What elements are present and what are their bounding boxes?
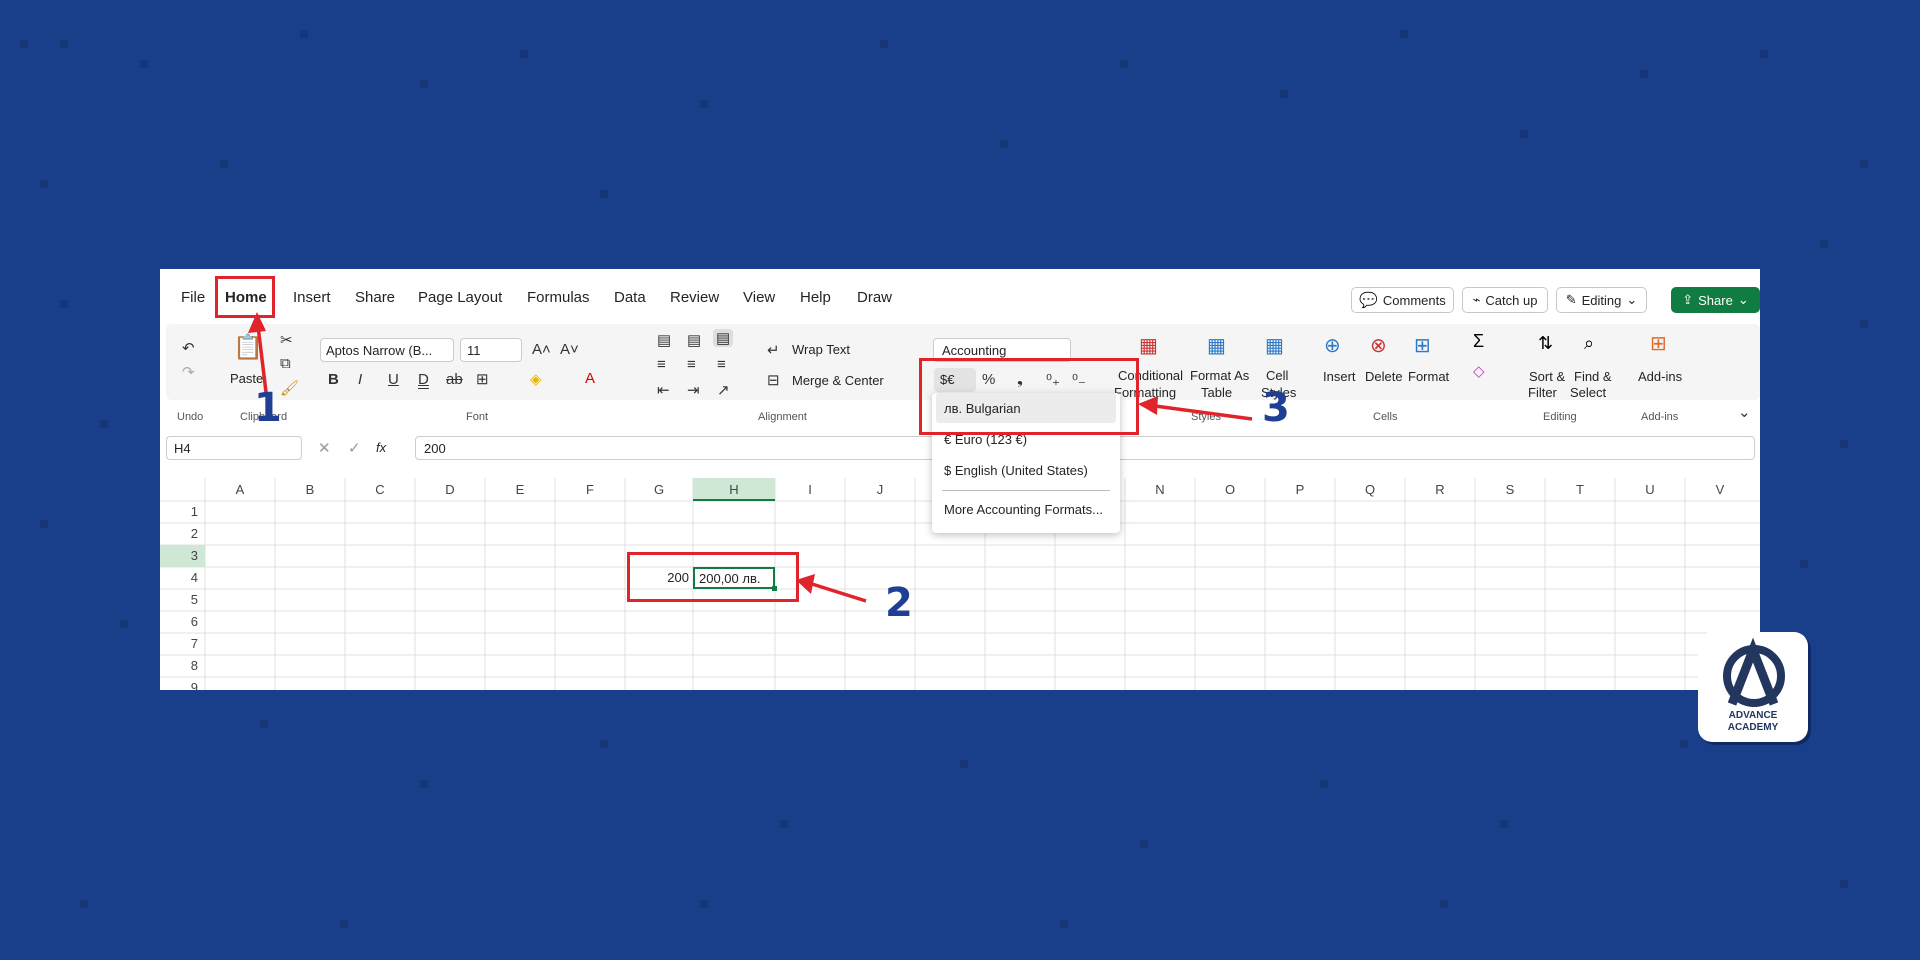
annotation-arrows <box>248 312 1253 603</box>
logo-text-advance: ADVANCE <box>1728 710 1778 721</box>
logo-text-academy: ACADEMY <box>1727 722 1779 733</box>
step-number-1: 1 <box>254 385 282 431</box>
step-number-2: 2 <box>885 580 913 626</box>
advance-academy-logo: ADVANCE ACADEMY <box>1698 632 1808 742</box>
step-number-3: 3 <box>1262 385 1290 431</box>
logo-mark-icon <box>1723 638 1785 707</box>
